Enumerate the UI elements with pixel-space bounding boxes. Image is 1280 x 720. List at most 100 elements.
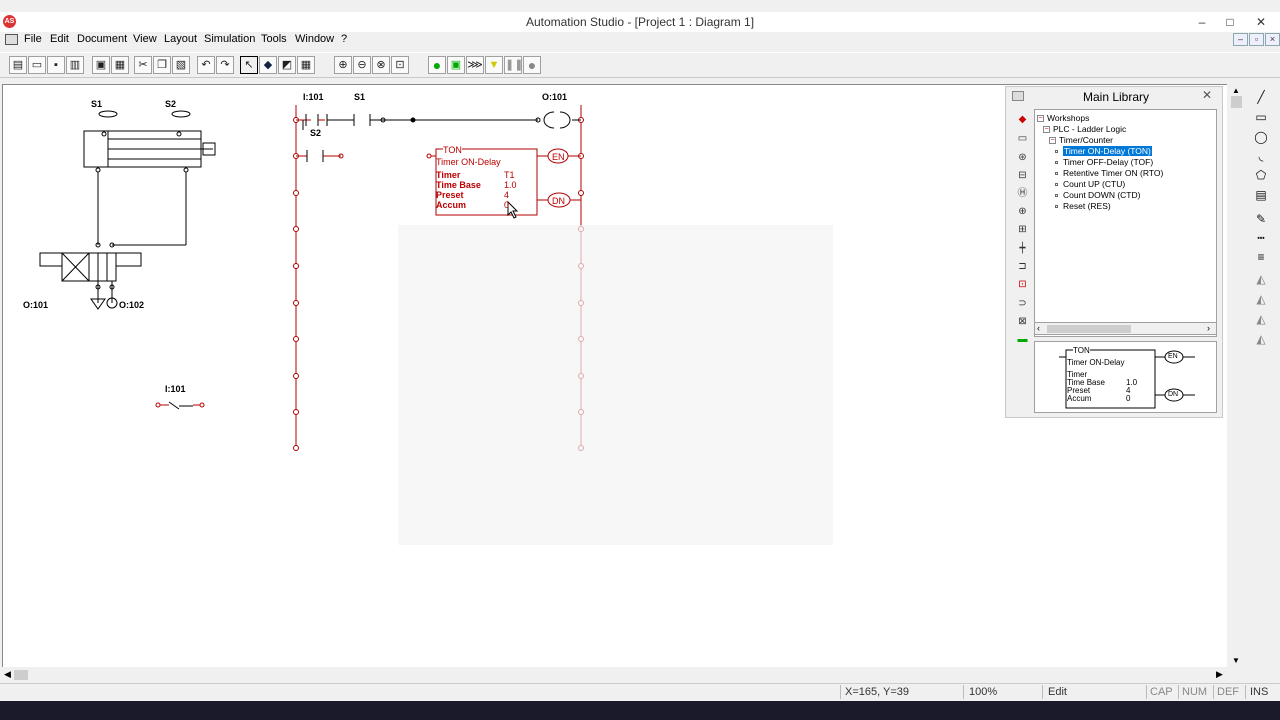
scroll-left-icon[interactable]: ◀ (4, 669, 11, 680)
tree-item-workshops[interactable]: − Workshops (1037, 113, 1089, 123)
menu-file[interactable]: File (24, 33, 42, 45)
title-bar: AS Automation Studio - [Project 1 : Diag… (0, 12, 1280, 32)
arc-tool-icon[interactable]: ◟ (1250, 147, 1272, 165)
library-scroll-thumb[interactable] (1047, 325, 1131, 333)
menu-layout[interactable]: Layout (164, 33, 197, 45)
ton-dn-coil: DN (552, 196, 565, 206)
save-icon[interactable]: ▪ (47, 56, 65, 74)
pneumatic-tab-icon[interactable]: ▭ (1014, 131, 1031, 146)
hmi-tab-icon[interactable]: ▬ (1014, 332, 1031, 347)
mdi-restore-button[interactable]: ▫ (1249, 33, 1264, 46)
cut-icon[interactable]: ✂ (134, 56, 152, 74)
status-mode: Edit (1048, 686, 1067, 698)
mouse-cursor (507, 200, 519, 219)
arrange-icon[interactable]: ◭ (1250, 330, 1272, 348)
grid-icon[interactable]: ▦ (297, 56, 315, 74)
open-folder-icon[interactable]: ▭ (28, 56, 46, 74)
properties-icon[interactable]: ▦ (111, 56, 129, 74)
line-width-icon[interactable]: ≡ (1250, 248, 1272, 266)
flow-tab-icon[interactable]: ┿ (1014, 241, 1031, 256)
color-icon[interactable]: ◭ (1250, 290, 1272, 308)
connector-tab-icon[interactable]: ⊐ (1014, 259, 1031, 274)
os-taskbar (0, 701, 1280, 720)
status-bar: X=165, Y=39 100% Edit CAP NUM DEF INS (0, 683, 1280, 700)
mdi-minimize-button[interactable]: – (1233, 33, 1248, 46)
restore-button[interactable]: □ (1218, 13, 1242, 31)
logic-gate-tab-icon[interactable]: ⊃ (1014, 296, 1031, 311)
canvas-horizontal-scrollbar[interactable]: ◀ ▶ (2, 667, 1227, 683)
mdi-close-button[interactable]: × (1265, 33, 1280, 46)
label-s1-sensor: S1 (91, 99, 103, 109)
close-button[interactable]: ✕ (1244, 13, 1278, 31)
tree-item-rto[interactable]: Retentive Timer ON (RTO) (1055, 168, 1163, 178)
chart-icon[interactable]: ◩ (278, 56, 296, 74)
pen-tool-icon[interactable]: ✎ (1250, 210, 1272, 228)
horizontal-scroll-thumb[interactable] (14, 670, 28, 680)
library-icon[interactable]: ◆ (259, 56, 277, 74)
valve-tab-icon[interactable]: ⊕ (1014, 204, 1031, 219)
hydraulic-tab-icon[interactable]: ⊛ (1014, 150, 1031, 165)
tree-item-res[interactable]: Reset (RES) (1055, 201, 1111, 211)
pause-icon[interactable]: ▼ (485, 56, 503, 74)
h-tab-icon[interactable]: Ⓗ (1014, 186, 1031, 201)
stop-icon[interactable]: ● (523, 56, 541, 74)
redo-icon[interactable]: ↷ (216, 56, 234, 74)
tree-item-ton[interactable]: Timer ON-Delay (TON) (1055, 146, 1152, 156)
tree-item-tof[interactable]: Timer OFF-Delay (TOF) (1055, 157, 1153, 167)
fill-icon[interactable]: ◭ (1250, 270, 1272, 288)
print-icon[interactable]: ▥ (66, 56, 84, 74)
scroll-right-icon[interactable]: ▶ (1216, 669, 1223, 680)
preview-en: EN (1168, 353, 1178, 360)
menu-document[interactable]: Document (77, 33, 127, 45)
text-box-tool-icon[interactable]: ▤ (1250, 186, 1272, 204)
new-project-icon[interactable]: ▣ (92, 56, 110, 74)
select-arrow-icon[interactable]: ↖ (240, 56, 258, 74)
plc-tab-icon[interactable]: ⊡ (1014, 277, 1031, 292)
library-close-button[interactable]: ✕ (1196, 88, 1218, 104)
zoom-fit-icon[interactable]: ⊡ (391, 56, 409, 74)
rectangle-tool-icon[interactable]: ▭ (1250, 108, 1272, 126)
canvas-vertical-scrollbar[interactable]: ▲ ▼ (1228, 84, 1245, 667)
align-icon[interactable]: ◭ (1250, 310, 1272, 328)
ellipse-tool-icon[interactable]: ◯ (1250, 128, 1272, 146)
new-document-icon[interactable]: ▤ (9, 56, 27, 74)
sequence-tab-icon[interactable]: ⊠ (1014, 314, 1031, 329)
run-simulation-icon[interactable]: ● (428, 56, 446, 74)
scroll-left-icon[interactable]: ‹ (1037, 323, 1040, 333)
zoom-area-icon[interactable]: ⊗ (372, 56, 390, 74)
tree-item-timer-counter[interactable]: − Timer/Counter (1049, 135, 1113, 145)
document-icon[interactable] (5, 34, 18, 45)
zoom-out-icon[interactable]: ⊖ (353, 56, 371, 74)
menu-view[interactable]: View (133, 33, 157, 45)
menu-help[interactable]: ? (341, 33, 347, 45)
zoom-in-icon[interactable]: ⊕ (334, 56, 352, 74)
vertical-scroll-thumb[interactable] (1231, 96, 1242, 108)
line-tool-icon[interactable]: ╱ (1250, 88, 1272, 106)
pump-tab-icon[interactable]: ⊞ (1014, 222, 1031, 237)
menu-window[interactable]: Window (295, 33, 334, 45)
library-horizontal-scrollbar[interactable]: ‹ › (1034, 322, 1217, 335)
line-style-icon[interactable]: ┅ (1250, 229, 1272, 247)
tree-item-ctu[interactable]: Count UP (CTU) (1055, 179, 1125, 189)
electrical-tab-icon[interactable]: ⊟ (1014, 168, 1031, 183)
status-def: DEF (1217, 686, 1239, 698)
slow-motion-icon[interactable]: ⋙ (466, 56, 484, 74)
scroll-up-icon[interactable]: ▲ (1232, 86, 1240, 95)
pause-bars-icon[interactable]: ❚❚ (504, 56, 523, 74)
undo-icon[interactable]: ↶ (197, 56, 215, 74)
minimize-button[interactable]: – (1190, 13, 1214, 31)
menu-tools[interactable]: Tools (261, 33, 287, 45)
tree-item-ctd[interactable]: Count DOWN (CTD) (1055, 190, 1140, 200)
workshops-tab-icon[interactable]: ◆ (1014, 112, 1031, 127)
scroll-right-icon[interactable]: › (1207, 323, 1210, 333)
copy-icon[interactable]: ❐ (153, 56, 171, 74)
ladder-label-i101: I:101 (303, 92, 324, 102)
menu-edit[interactable]: Edit (50, 33, 69, 45)
scroll-down-icon[interactable]: ▼ (1232, 656, 1240, 665)
polygon-tool-icon[interactable]: ⬠ (1250, 166, 1272, 184)
paste-icon[interactable]: ▧ (172, 56, 190, 74)
menu-simulation[interactable]: Simulation (204, 33, 255, 45)
library-preview: TON Timer ON-Delay Timer Time Base 1.0 P… (1034, 341, 1217, 413)
tree-item-plc-ladder-logic[interactable]: − PLC - Ladder Logic (1043, 124, 1126, 134)
step-icon[interactable]: ▣ (447, 56, 465, 74)
